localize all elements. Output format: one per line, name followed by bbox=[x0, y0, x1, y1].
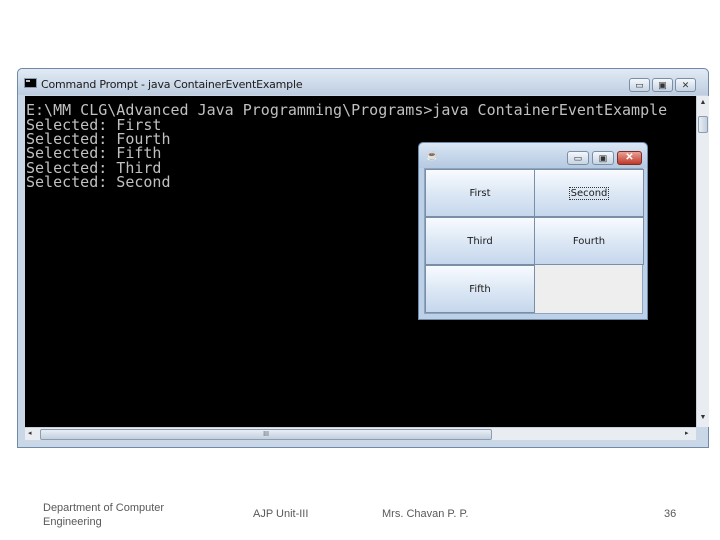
java-frame-window: ☕ ▭ ▣ ✕ First Second Third Fourth Fifth bbox=[418, 142, 648, 320]
footer-unit: AJP Unit-III bbox=[253, 508, 309, 520]
cmd-titlebar[interactable]: Command Prompt - java ContainerEventExam… bbox=[18, 69, 708, 95]
close-button[interactable]: ✕ bbox=[675, 78, 696, 92]
fifth-button[interactable]: Fifth bbox=[425, 265, 535, 313]
footer-page-number: 36 bbox=[664, 508, 677, 520]
minimize-button[interactable]: ▭ bbox=[629, 78, 650, 92]
console-line: Selected: Second bbox=[26, 173, 171, 191]
first-button[interactable]: First bbox=[425, 169, 535, 217]
java-cup-icon: ☕ bbox=[426, 151, 439, 162]
footer-author: Mrs. Chavan P. P. bbox=[382, 508, 469, 520]
third-button-label: Third bbox=[467, 235, 493, 247]
grip-icon: III bbox=[263, 431, 269, 438]
java-maximize-button[interactable]: ▣ bbox=[592, 151, 614, 165]
vertical-scrollbar[interactable]: ▲ ▼ bbox=[696, 96, 709, 427]
scroll-left-arrow-icon[interactable]: ◂ bbox=[28, 429, 36, 439]
vertical-scroll-thumb[interactable] bbox=[698, 116, 708, 133]
scroll-right-arrow-icon[interactable]: ▸ bbox=[685, 429, 693, 439]
scroll-down-arrow-icon[interactable]: ▼ bbox=[698, 414, 708, 422]
fourth-button[interactable]: Fourth bbox=[534, 217, 644, 265]
java-frame-titlebar[interactable]: ☕ ▭ ▣ ✕ bbox=[419, 143, 647, 168]
maximize-button[interactable]: ▣ bbox=[652, 78, 673, 92]
horizontal-scroll-thumb[interactable]: III bbox=[40, 429, 492, 440]
java-minimize-button[interactable]: ▭ bbox=[567, 151, 589, 165]
first-button-label: First bbox=[469, 187, 491, 199]
second-button-label: Second bbox=[568, 186, 610, 200]
scroll-up-arrow-icon[interactable]: ▲ bbox=[698, 99, 708, 107]
footer-department: Department of Computer Engineering bbox=[43, 502, 165, 528]
java-close-button[interactable]: ✕ bbox=[617, 151, 642, 165]
horizontal-scrollbar[interactable]: ◂ III ▸ bbox=[25, 427, 696, 440]
fifth-button-label: Fifth bbox=[469, 283, 491, 295]
fourth-button-label: Fourth bbox=[572, 235, 606, 247]
second-button[interactable]: Second bbox=[534, 169, 644, 217]
java-content-pane: First Second Third Fourth Fifth bbox=[424, 168, 644, 314]
console-icon bbox=[24, 78, 37, 88]
third-button[interactable]: Third bbox=[425, 217, 535, 265]
cmd-window-title: Command Prompt - java ContainerEventExam… bbox=[41, 78, 303, 91]
